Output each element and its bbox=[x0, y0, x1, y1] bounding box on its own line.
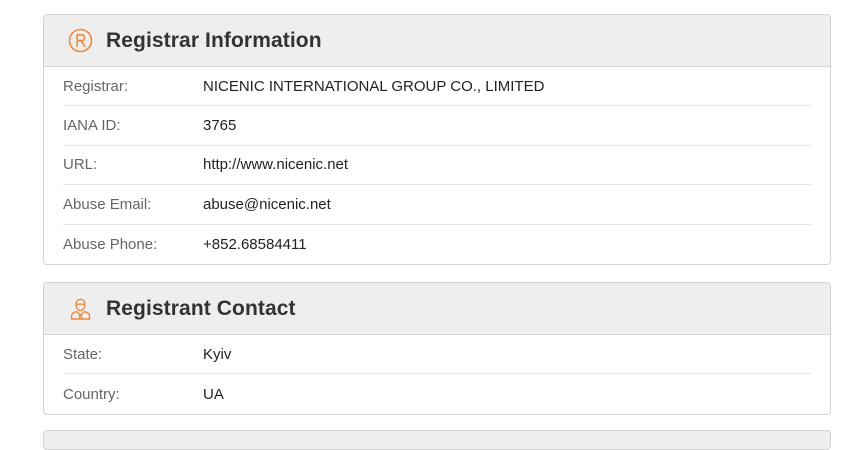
registrant-contact-rows: State: Kyiv Country: UA bbox=[44, 335, 830, 414]
registrar-info-header: Registrar Information bbox=[44, 15, 830, 67]
registrar-info-rows: Registrar: NICENIC INTERNATIONAL GROUP C… bbox=[44, 67, 830, 264]
iana-id-label: IANA ID: bbox=[63, 117, 121, 135]
state-value: Kyiv bbox=[203, 345, 232, 363]
registrar-info-title: Registrar Information bbox=[106, 28, 322, 52]
country-value: UA bbox=[203, 385, 224, 403]
registrant-contact-title: Registrant Contact bbox=[106, 296, 296, 320]
row-registrar: Registrar: NICENIC INTERNATIONAL GROUP C… bbox=[63, 67, 811, 107]
country-label: Country: bbox=[63, 385, 120, 403]
registrant-contact-card: Registrant Contact State: Kyiv Country: … bbox=[43, 282, 831, 415]
registrar-label: Registrar: bbox=[63, 77, 129, 95]
next-card-header bbox=[43, 430, 831, 450]
registrar-info-card: Registrar Information Registrar: NICENIC… bbox=[43, 14, 831, 265]
person-icon bbox=[67, 296, 93, 322]
row-abuse-phone: Abuse Phone: +852.68584411 bbox=[63, 225, 811, 264]
iana-id-value: 3765 bbox=[203, 117, 237, 135]
registrant-contact-header: Registrant Contact bbox=[44, 283, 830, 335]
row-url: URL: http://www.nicenic.net bbox=[63, 146, 811, 186]
abuse-email-value[interactable]: abuse@nicenic.net bbox=[203, 196, 331, 213]
url-value[interactable]: http://www.nicenic.net bbox=[203, 156, 348, 173]
abuse-phone-value: +852.68584411 bbox=[203, 235, 307, 253]
url-label: URL: bbox=[63, 156, 98, 174]
registered-icon bbox=[67, 28, 93, 54]
row-iana-id: IANA ID: 3765 bbox=[63, 106, 811, 146]
row-state: State: Kyiv bbox=[63, 335, 811, 375]
abuse-email-label: Abuse Email: bbox=[63, 195, 152, 213]
row-country: Country: UA bbox=[63, 374, 811, 413]
row-abuse-email: Abuse Email: abuse@nicenic.net bbox=[63, 185, 811, 225]
abuse-phone-label: Abuse Phone: bbox=[63, 235, 158, 253]
registrar-value: NICENIC INTERNATIONAL GROUP CO., LIMITED bbox=[203, 77, 545, 95]
state-label: State: bbox=[63, 345, 103, 363]
